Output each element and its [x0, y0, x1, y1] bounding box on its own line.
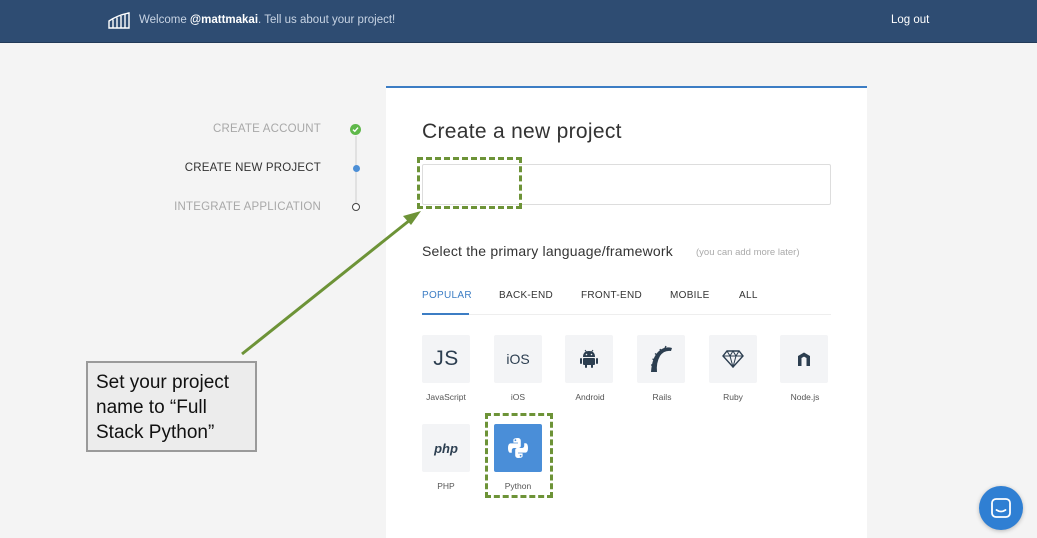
annotation-arrow-icon	[241, 211, 421, 356]
chat-icon	[991, 498, 1011, 518]
annotation-callout: Set your project name to “Full Stack Pyt…	[86, 361, 257, 452]
chat-launcher-button[interactable]	[979, 486, 1023, 530]
